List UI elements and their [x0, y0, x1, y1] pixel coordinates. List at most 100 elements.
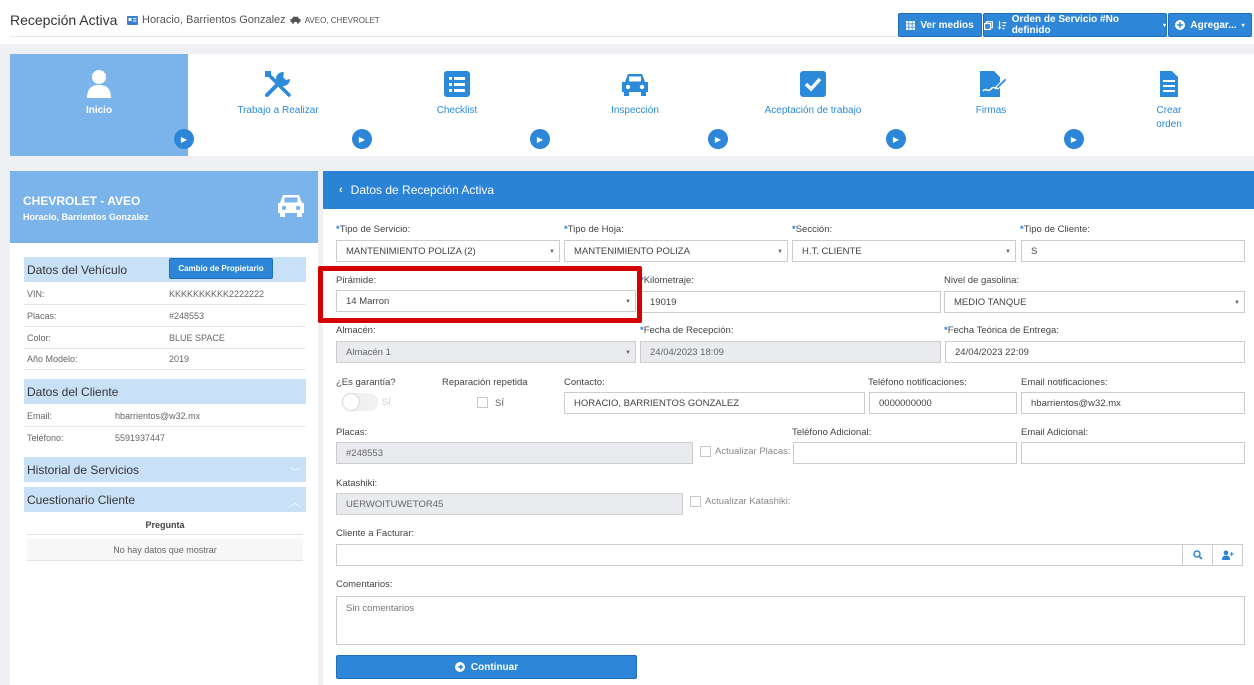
- piramide-label: Pirámide:: [336, 275, 377, 286]
- step-checklist[interactable]: Checklist: [368, 54, 546, 156]
- garantia-option: SÍ: [382, 397, 391, 408]
- step-next-icon[interactable]: ▶: [1064, 129, 1084, 149]
- reparacion-label: Reparación repetida: [442, 377, 528, 388]
- tel-notif-label: Teléfono notificaciones:: [868, 377, 967, 388]
- tipo-cliente-input[interactable]: S: [1021, 240, 1245, 262]
- id-card-icon: [127, 15, 138, 25]
- chevron-down-icon: ﹀: [290, 468, 300, 479]
- tipo-servicio-select[interactable]: MANTENIMIENTO POLIZA (2) ▼: [336, 240, 560, 262]
- placas-input[interactable]: #248553: [336, 442, 693, 464]
- cliente-facturar-input[interactable]: [336, 544, 1183, 566]
- list-icon: [444, 71, 470, 97]
- nivel-gasolina-select[interactable]: MEDIO TANQUE ▼: [944, 291, 1245, 313]
- fecha-recepcion-label: *Fecha de Recepción:: [640, 325, 734, 336]
- caret-down-icon: ▼: [777, 249, 783, 255]
- reception-form: ‹ Datos de Recepción Activa *Tipo de Ser…: [323, 171, 1254, 685]
- form-header: ‹ Datos de Recepción Activa: [323, 171, 1254, 209]
- user-icon: [87, 70, 111, 98]
- comentarios-label: Comentarios:: [336, 579, 393, 590]
- garantia-toggle[interactable]: [342, 393, 378, 411]
- vehicle-title: CHEVROLET - AVEO: [23, 194, 141, 208]
- search-client-button[interactable]: [1182, 544, 1213, 566]
- section-datos-cliente: Datos del Cliente: [24, 379, 306, 404]
- car-icon: [290, 16, 301, 24]
- continuar-button[interactable]: Continuar: [336, 655, 637, 679]
- piramide-select[interactable]: 14 Marron ▼: [336, 290, 636, 312]
- chevron-left-icon[interactable]: ‹: [339, 184, 343, 196]
- caret-down-icon: ▾: [1162, 22, 1166, 29]
- email-notif-label: Email notificaciones:: [1021, 377, 1108, 388]
- sort-icon: [997, 20, 1007, 30]
- cliente-facturar-label: Cliente a Facturar:: [336, 528, 415, 539]
- orden-servicio-dropdown[interactable]: Orden de Servicio #No definido ▾: [983, 13, 1167, 37]
- kilometraje-input[interactable]: 19019: [640, 291, 941, 313]
- tipo-servicio-label: *Tipo de Servicio:: [336, 224, 411, 235]
- katashiki-label: Katashiki:: [336, 478, 378, 489]
- step-next-icon[interactable]: ▶: [530, 129, 550, 149]
- step-firmas[interactable]: Firmas: [902, 54, 1080, 156]
- agregar-dropdown[interactable]: Agregar... ▾: [1168, 13, 1252, 37]
- car-icon: [622, 74, 648, 96]
- arrow-circle-right-icon: [454, 662, 465, 672]
- step-aceptacion[interactable]: Aceptación de trabajo: [724, 54, 902, 156]
- comentarios-textarea[interactable]: Sin comentarios: [336, 596, 1245, 645]
- almacen-select[interactable]: Almacén 1 ▼: [336, 341, 636, 363]
- step-next-icon[interactable]: ▶: [174, 129, 194, 149]
- car-icon: [278, 195, 304, 217]
- tipo-hoja-select[interactable]: MANTENIMIENTO POLIZA ▼: [564, 240, 788, 262]
- katashiki-input[interactable]: UERWOITUWETOR45: [336, 493, 683, 515]
- client-row: Teléfono: 5591937447: [27, 433, 166, 443]
- vehicle-row: Placas: #248553: [24, 305, 306, 327]
- fecha-entrega-input[interactable]: 24/04/2023 22:09: [945, 341, 1245, 363]
- reparacion-option: SÍ: [495, 398, 504, 409]
- actualizar-placas-checkbox[interactable]: [700, 446, 711, 457]
- tel-adicional-input[interactable]: [793, 442, 1017, 464]
- questionnaire-column-header: Pregunta: [27, 520, 303, 535]
- owner-info: Horacio, Barrientos Gonzalez AVEO, CHEVR…: [127, 14, 380, 26]
- vehicle-owner: Horacio, Barrientos Gonzalez: [23, 212, 149, 222]
- reparacion-checkbox[interactable]: [477, 397, 488, 408]
- ver-medios-button[interactable]: Ver medios: [898, 13, 982, 37]
- caret-down-icon: ▼: [625, 350, 631, 356]
- section-cuestionario[interactable]: Cuestionario Cliente ︿: [24, 487, 306, 512]
- page-title: Recepción Activa: [10, 12, 118, 28]
- actualizar-katashiki-checkbox[interactable]: [690, 496, 701, 507]
- email-adicional-label: Email Adicional:: [1021, 427, 1089, 438]
- email-notif-input[interactable]: hbarrientos@w32.mx: [1021, 392, 1245, 414]
- seccion-label: *Sección:: [792, 224, 833, 235]
- contacto-input[interactable]: HORACIO, BARRIENTOS GONZALEZ: [564, 392, 865, 414]
- contacto-label: Contacto:: [564, 377, 605, 388]
- vehicle-header: CHEVROLET - AVEO Horacio, Barrientos Gon…: [10, 171, 318, 243]
- search-icon: [1192, 550, 1203, 560]
- cambio-propietario-button[interactable]: Cambio de Propietario: [169, 258, 273, 279]
- client-row: Email: hbarrientos@w32.mx: [24, 405, 306, 427]
- top-bar: Recepción Activa Horacio, Barrientos Gon…: [0, 0, 1254, 44]
- step-inicio[interactable]: Inicio: [10, 54, 188, 156]
- caret-down-icon: ▼: [549, 249, 555, 255]
- grid-icon: [906, 20, 916, 30]
- tel-notif-input[interactable]: 0000000000: [869, 392, 1017, 414]
- step-next-icon[interactable]: ▶: [708, 129, 728, 149]
- step-trabajo[interactable]: Trabajo a Realizar: [188, 54, 368, 156]
- step-next-icon[interactable]: ▶: [352, 129, 372, 149]
- document-icon: [1160, 71, 1178, 97]
- step-inspeccion[interactable]: Inspección: [546, 54, 724, 156]
- tools-icon: [265, 71, 291, 97]
- section-historial[interactable]: Historial de Servicios ﹀: [24, 457, 306, 482]
- tel-adicional-label: Teléfono Adicional:: [792, 427, 872, 438]
- plus-circle-icon: [1175, 20, 1186, 30]
- caret-down-icon: ▼: [1005, 249, 1011, 255]
- step-next-icon[interactable]: ▶: [886, 129, 906, 149]
- nivel-gasolina-label: Nivel de gasolina:: [944, 275, 1019, 286]
- step-crear-orden[interactable]: Crear orden: [1124, 54, 1214, 156]
- seccion-select[interactable]: H.T. CLIENTE ▼: [792, 240, 1016, 262]
- vehicle-row: Año Modelo: 2019: [24, 348, 306, 370]
- vehicle-sidebar: CHEVROLET - AVEO Horacio, Barrientos Gon…: [10, 171, 318, 685]
- email-adicional-input[interactable]: [1021, 442, 1245, 464]
- questionnaire-empty: No hay datos que mostrar: [27, 539, 303, 561]
- almacen-label: Almacén:: [336, 325, 376, 336]
- fecha-recepcion-input[interactable]: 24/04/2023 18:09: [640, 341, 941, 363]
- chevron-up-icon: ︿: [290, 498, 300, 509]
- add-client-button[interactable]: [1212, 544, 1243, 566]
- check-square-icon: [800, 71, 826, 97]
